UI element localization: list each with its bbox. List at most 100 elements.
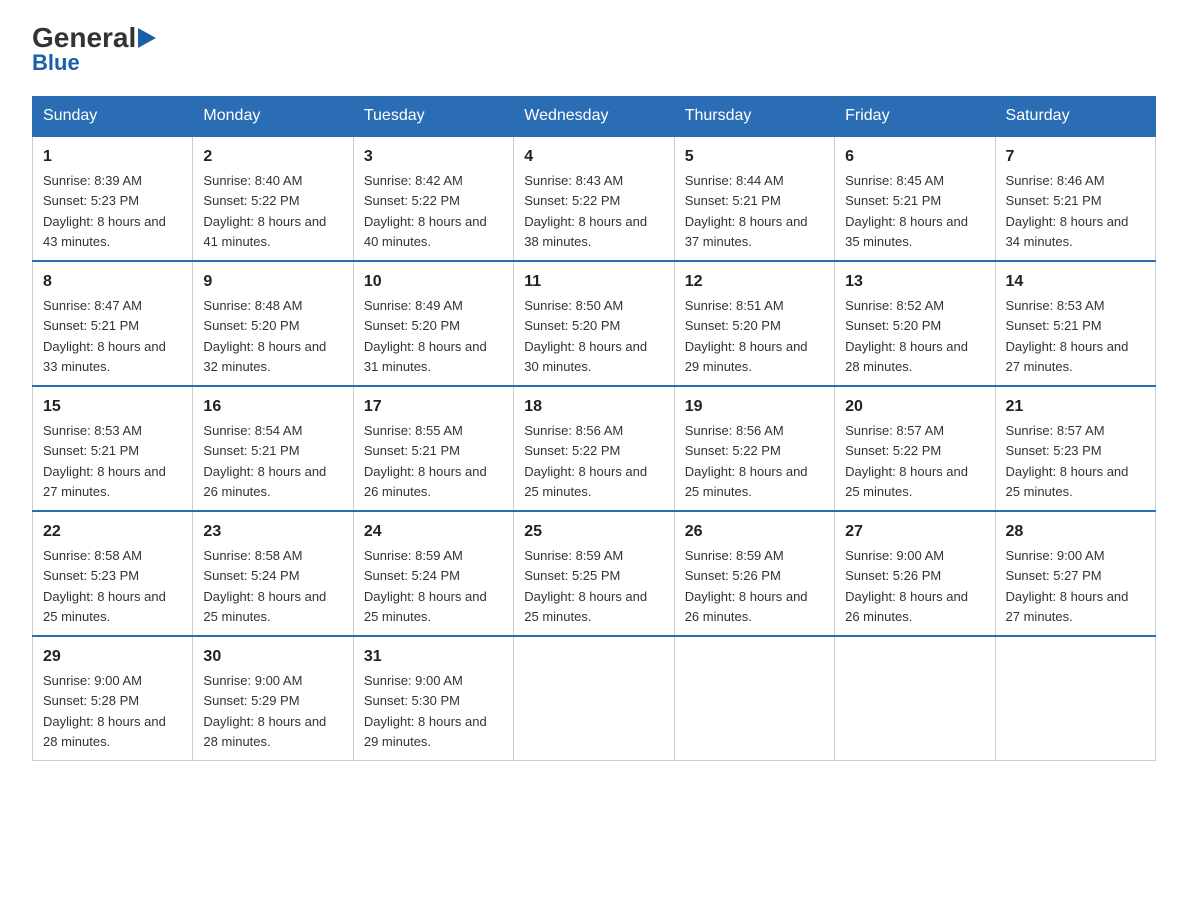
day-info: Sunrise: 8:50 AMSunset: 5:20 PMDaylight:… xyxy=(524,298,647,374)
day-number: 26 xyxy=(685,520,824,544)
day-info: Sunrise: 8:46 AMSunset: 5:21 PMDaylight:… xyxy=(1006,173,1129,249)
day-number: 28 xyxy=(1006,520,1145,544)
calendar-cell: 8 Sunrise: 8:47 AMSunset: 5:21 PMDaylight… xyxy=(33,261,193,386)
day-number: 11 xyxy=(524,270,663,294)
day-number: 9 xyxy=(203,270,342,294)
calendar-cell: 17 Sunrise: 8:55 AMSunset: 5:21 PMDayligh… xyxy=(353,386,513,511)
day-info: Sunrise: 8:55 AMSunset: 5:21 PMDaylight:… xyxy=(364,423,487,499)
calendar-cell: 7 Sunrise: 8:46 AMSunset: 5:21 PMDaylight… xyxy=(995,136,1155,261)
col-header-friday: Friday xyxy=(835,97,995,137)
day-info: Sunrise: 9:00 AMSunset: 5:29 PMDaylight:… xyxy=(203,673,326,749)
day-number: 8 xyxy=(43,270,182,294)
col-header-thursday: Thursday xyxy=(674,97,834,137)
calendar-cell xyxy=(835,636,995,761)
day-info: Sunrise: 8:56 AMSunset: 5:22 PMDaylight:… xyxy=(524,423,647,499)
day-info: Sunrise: 8:44 AMSunset: 5:21 PMDaylight:… xyxy=(685,173,808,249)
day-number: 22 xyxy=(43,520,182,544)
day-number: 27 xyxy=(845,520,984,544)
day-info: Sunrise: 8:48 AMSunset: 5:20 PMDaylight:… xyxy=(203,298,326,374)
calendar-cell: 13 Sunrise: 8:52 AMSunset: 5:20 PMDayligh… xyxy=(835,261,995,386)
calendar-cell: 23 Sunrise: 8:58 AMSunset: 5:24 PMDayligh… xyxy=(193,511,353,636)
day-number: 3 xyxy=(364,145,503,169)
day-number: 1 xyxy=(43,145,182,169)
calendar-cell: 3 Sunrise: 8:42 AMSunset: 5:22 PMDaylight… xyxy=(353,136,513,261)
calendar-cell: 12 Sunrise: 8:51 AMSunset: 5:20 PMDayligh… xyxy=(674,261,834,386)
day-info: Sunrise: 8:57 AMSunset: 5:23 PMDaylight:… xyxy=(1006,423,1129,499)
day-info: Sunrise: 8:43 AMSunset: 5:22 PMDaylight:… xyxy=(524,173,647,249)
calendar-cell: 18 Sunrise: 8:56 AMSunset: 5:22 PMDayligh… xyxy=(514,386,674,511)
calendar-cell: 15 Sunrise: 8:53 AMSunset: 5:21 PMDayligh… xyxy=(33,386,193,511)
day-info: Sunrise: 8:52 AMSunset: 5:20 PMDaylight:… xyxy=(845,298,968,374)
calendar-cell: 27Sunrise: 9:00 AMSunset: 5:26 PMDayligh… xyxy=(835,511,995,636)
day-number: 7 xyxy=(1006,145,1145,169)
col-header-sunday: Sunday xyxy=(33,97,193,137)
calendar-cell: 1 Sunrise: 8:39 AMSunset: 5:23 PMDaylight… xyxy=(33,136,193,261)
day-info: Sunrise: 8:42 AMSunset: 5:22 PMDaylight:… xyxy=(364,173,487,249)
calendar-cell: 16Sunrise: 8:54 AMSunset: 5:21 PMDayligh… xyxy=(193,386,353,511)
calendar-cell: 10Sunrise: 8:49 AMSunset: 5:20 PMDayligh… xyxy=(353,261,513,386)
logo-general: General xyxy=(32,24,156,52)
day-info: Sunrise: 8:51 AMSunset: 5:20 PMDaylight:… xyxy=(685,298,808,374)
day-number: 2 xyxy=(203,145,342,169)
week-row-4: 22 Sunrise: 8:58 AMSunset: 5:23 PMDayligh… xyxy=(33,511,1156,636)
day-number: 5 xyxy=(685,145,824,169)
calendar-table: SundayMondayTuesdayWednesdayThursdayFrid… xyxy=(32,96,1156,761)
day-number: 15 xyxy=(43,395,182,419)
day-number: 6 xyxy=(845,145,984,169)
calendar-cell xyxy=(995,636,1155,761)
day-info: Sunrise: 8:54 AMSunset: 5:21 PMDaylight:… xyxy=(203,423,326,499)
day-info: Sunrise: 8:59 AMSunset: 5:25 PMDaylight:… xyxy=(524,548,647,624)
day-number: 18 xyxy=(524,395,663,419)
calendar-cell: 14Sunrise: 8:53 AMSunset: 5:21 PMDayligh… xyxy=(995,261,1155,386)
logo: General Blue xyxy=(32,24,156,76)
day-info: Sunrise: 8:45 AMSunset: 5:21 PMDaylight:… xyxy=(845,173,968,249)
day-info: Sunrise: 9:00 AMSunset: 5:28 PMDaylight:… xyxy=(43,673,166,749)
calendar-cell: 22 Sunrise: 8:58 AMSunset: 5:23 PMDayligh… xyxy=(33,511,193,636)
calendar-cell xyxy=(514,636,674,761)
col-header-monday: Monday xyxy=(193,97,353,137)
calendar-cell: 2 Sunrise: 8:40 AMSunset: 5:22 PMDaylight… xyxy=(193,136,353,261)
day-number: 30 xyxy=(203,645,342,669)
calendar-cell: 25 Sunrise: 8:59 AMSunset: 5:25 PMDayligh… xyxy=(514,511,674,636)
calendar-cell: 9 Sunrise: 8:48 AMSunset: 5:20 PMDaylight… xyxy=(193,261,353,386)
day-number: 4 xyxy=(524,145,663,169)
day-number: 20 xyxy=(845,395,984,419)
col-header-wednesday: Wednesday xyxy=(514,97,674,137)
col-header-saturday: Saturday xyxy=(995,97,1155,137)
day-info: Sunrise: 8:59 AMSunset: 5:24 PMDaylight:… xyxy=(364,548,487,624)
day-info: Sunrise: 8:59 AMSunset: 5:26 PMDaylight:… xyxy=(685,548,808,624)
day-number: 23 xyxy=(203,520,342,544)
calendar-cell: 4 Sunrise: 8:43 AMSunset: 5:22 PMDaylight… xyxy=(514,136,674,261)
col-header-tuesday: Tuesday xyxy=(353,97,513,137)
day-number: 31 xyxy=(364,645,503,669)
calendar-cell: 28 Sunrise: 9:00 AMSunset: 5:27 PMDayligh… xyxy=(995,511,1155,636)
calendar-cell: 6 Sunrise: 8:45 AMSunset: 5:21 PMDaylight… xyxy=(835,136,995,261)
day-number: 12 xyxy=(685,270,824,294)
day-info: Sunrise: 8:53 AMSunset: 5:21 PMDaylight:… xyxy=(1006,298,1129,374)
logo-blue: Blue xyxy=(32,50,80,76)
day-number: 29 xyxy=(43,645,182,669)
day-info: Sunrise: 8:53 AMSunset: 5:21 PMDaylight:… xyxy=(43,423,166,499)
page-header: General Blue xyxy=(32,24,1156,76)
day-info: Sunrise: 8:40 AMSunset: 5:22 PMDaylight:… xyxy=(203,173,326,249)
day-info: Sunrise: 9:00 AMSunset: 5:27 PMDaylight:… xyxy=(1006,548,1129,624)
day-info: Sunrise: 8:58 AMSunset: 5:23 PMDaylight:… xyxy=(43,548,166,624)
day-info: Sunrise: 8:57 AMSunset: 5:22 PMDaylight:… xyxy=(845,423,968,499)
calendar-cell: 5 Sunrise: 8:44 AMSunset: 5:21 PMDaylight… xyxy=(674,136,834,261)
day-number: 10 xyxy=(364,270,503,294)
day-number: 13 xyxy=(845,270,984,294)
week-row-2: 8 Sunrise: 8:47 AMSunset: 5:21 PMDaylight… xyxy=(33,261,1156,386)
day-info: Sunrise: 8:47 AMSunset: 5:21 PMDaylight:… xyxy=(43,298,166,374)
calendar-cell: 26 Sunrise: 8:59 AMSunset: 5:26 PMDayligh… xyxy=(674,511,834,636)
calendar-cell: 19Sunrise: 8:56 AMSunset: 5:22 PMDayligh… xyxy=(674,386,834,511)
day-number: 17 xyxy=(364,395,503,419)
day-number: 19 xyxy=(685,395,824,419)
day-info: Sunrise: 8:39 AMSunset: 5:23 PMDaylight:… xyxy=(43,173,166,249)
header-row: SundayMondayTuesdayWednesdayThursdayFrid… xyxy=(33,97,1156,137)
calendar-cell: 29 Sunrise: 9:00 AMSunset: 5:28 PMDayligh… xyxy=(33,636,193,761)
day-info: Sunrise: 8:58 AMSunset: 5:24 PMDaylight:… xyxy=(203,548,326,624)
calendar-cell: 11 Sunrise: 8:50 AMSunset: 5:20 PMDayligh… xyxy=(514,261,674,386)
day-number: 25 xyxy=(524,520,663,544)
calendar-cell: 20 Sunrise: 8:57 AMSunset: 5:22 PMDayligh… xyxy=(835,386,995,511)
week-row-1: 1 Sunrise: 8:39 AMSunset: 5:23 PMDaylight… xyxy=(33,136,1156,261)
